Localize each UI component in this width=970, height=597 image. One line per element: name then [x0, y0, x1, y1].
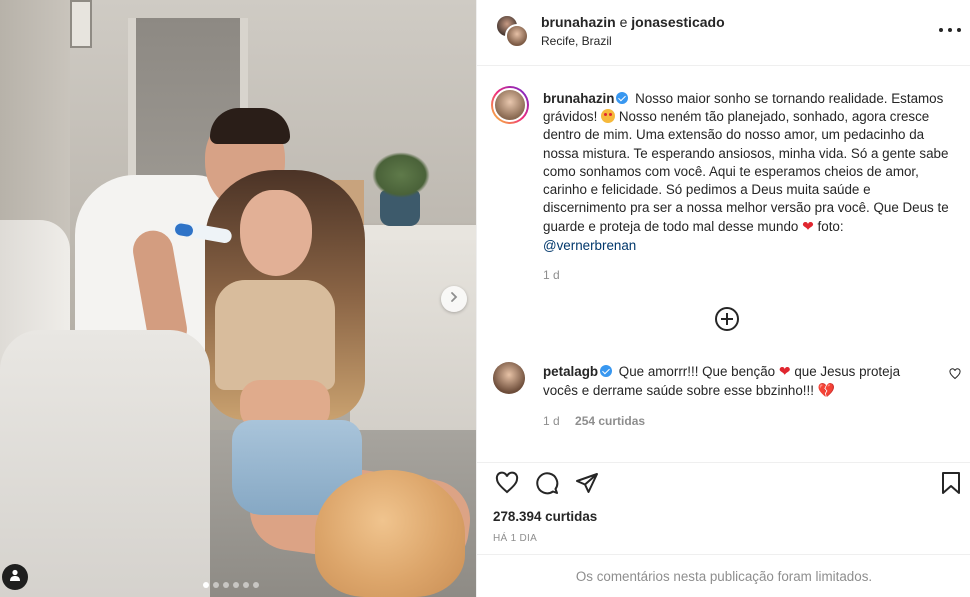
red-heart-emoji-icon: ❤ — [802, 218, 814, 235]
post-authors: brunahazin e jonasesticado — [541, 14, 725, 30]
caption-timestamp[interactable]: 1 d — [543, 268, 560, 282]
post-timestamp[interactable]: HÁ 1 DIA — [493, 533, 537, 544]
comment-button[interactable] — [533, 469, 561, 497]
more-options-icon — [939, 28, 943, 32]
post-side-panel: brunahazin e jonasesticado Recife, Brazi… — [476, 0, 970, 597]
heart-icon — [495, 471, 519, 494]
bookmark-icon — [942, 472, 960, 494]
comment-icon — [536, 472, 559, 495]
carousel-dot — [213, 582, 219, 588]
tagged-users-button[interactable] — [2, 564, 28, 590]
likes-count[interactable]: 278.394 curtidas — [493, 509, 597, 524]
caption: brunahazin Nosso maior sonho se tornando… — [543, 90, 953, 255]
carousel-indicator — [203, 582, 259, 588]
carousel-dot — [233, 582, 239, 588]
like-button[interactable] — [493, 469, 521, 497]
star-struck-emoji-icon — [601, 109, 616, 124]
carousel-dot — [223, 582, 229, 588]
comment-username[interactable]: petalagb — [543, 364, 598, 379]
comments-limited-notice: Os comentários nesta publicação foram li… — [477, 554, 970, 597]
dog — [315, 470, 465, 597]
carousel-dot — [243, 582, 249, 588]
comments-section: brunahazin Nosso maior sonho se tornando… — [477, 66, 970, 462]
avatar[interactable] — [493, 362, 525, 394]
save-button[interactable] — [937, 469, 965, 497]
author-link[interactable]: brunahazin — [541, 14, 616, 30]
comment-like-button[interactable] — [949, 368, 961, 383]
authors-conjunction: e — [619, 14, 628, 30]
broken-heart-emoji-icon: 💔 — [817, 382, 836, 399]
tagged-user-icon — [8, 568, 22, 587]
red-heart-emoji-icon: ❤ — [778, 363, 791, 379]
location-link[interactable]: Recife, Brazil — [541, 34, 612, 48]
carousel-dot — [203, 582, 209, 588]
next-slide-button[interactable] — [441, 286, 467, 312]
caption-text: Nosso neném tão planejado, sonhado, agor… — [543, 109, 949, 235]
author-link[interactable]: jonasesticado — [631, 14, 724, 30]
more-options-button[interactable] — [939, 22, 961, 38]
heart-icon — [949, 368, 961, 380]
post-photo[interactable] — [0, 0, 476, 597]
avatar-stack[interactable] — [495, 14, 529, 50]
avatar — [505, 24, 529, 48]
verified-badge-icon — [600, 365, 613, 377]
comment: petalagb Que amorrr!!! Que benção ❤ que … — [543, 362, 923, 400]
caption-text: foto: — [817, 219, 844, 235]
carousel-dot — [253, 582, 259, 588]
post-actions: 278.394 curtidas HÁ 1 DIA — [477, 462, 970, 554]
comment-meta: 1 d 254 curtidas — [543, 414, 645, 428]
comment-text: Que amorrr!!! Que benção — [618, 364, 776, 379]
verified-badge-icon — [616, 92, 629, 104]
load-more-comments-icon[interactable] — [715, 307, 739, 331]
share-button[interactable] — [573, 469, 601, 497]
share-icon — [576, 473, 598, 493]
post-modal: brunahazin e jonasesticado Recife, Brazi… — [0, 0, 970, 597]
caption-username[interactable]: brunahazin — [543, 91, 614, 106]
comment-timestamp[interactable]: 1 d — [543, 414, 560, 428]
post-header: brunahazin e jonasesticado Recife, Brazi… — [477, 0, 970, 66]
chevron-right-icon — [448, 290, 460, 308]
mention-link[interactable]: @vernerbrenan — [543, 238, 636, 253]
avatar[interactable] — [491, 86, 529, 124]
comment-likes[interactable]: 254 curtidas — [575, 414, 645, 428]
